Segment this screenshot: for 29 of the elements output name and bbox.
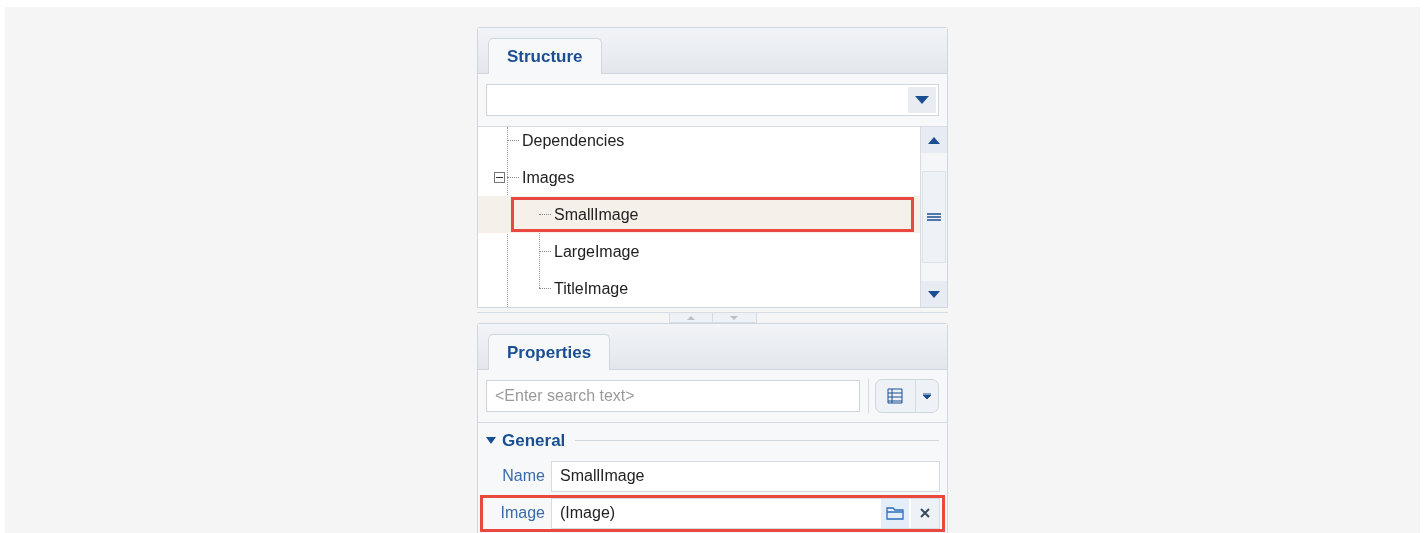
tree-item[interactable]: LargeImage <box>478 233 920 270</box>
tree-item-label: SmallImage <box>554 204 639 225</box>
tree-item-label: Dependencies <box>522 130 625 151</box>
scroll-down-icon[interactable] <box>921 281 947 307</box>
expand-icon[interactable] <box>486 437 496 445</box>
panel-tab[interactable]: Properties <box>488 334 611 370</box>
property-value: (Image) <box>559 503 617 523</box>
tree-item-label: LargeImage <box>554 241 640 262</box>
scroll-thumb[interactable] <box>922 171 946 263</box>
scroll-up-icon[interactable] <box>921 127 947 153</box>
tree-item[interactable]: Images <box>478 159 920 196</box>
tree-item-label: Images <box>522 167 575 188</box>
tree-item[interactable]: SmallImage <box>478 196 920 233</box>
property-field[interactable]: (Image) <box>551 497 940 529</box>
tree-item-label: TitleImage <box>554 278 629 299</box>
property-field[interactable]: SmallImage <box>551 460 940 492</box>
scrollbar[interactable] <box>920 127 947 307</box>
folder-icon[interactable] <box>881 498 909 528</box>
tree-item[interactable]: Dependencies <box>478 127 920 159</box>
property-value: SmallImage <box>559 466 646 486</box>
view-options-button[interactable] <box>875 379 939 413</box>
collapse-icon[interactable] <box>494 172 505 183</box>
tree-item[interactable]: TitleImage <box>478 270 920 307</box>
close-icon[interactable] <box>911 498 939 528</box>
search-field[interactable]: <Enter search text> <box>486 380 860 412</box>
group-header[interactable]: General <box>502 428 566 454</box>
property-label: Name <box>501 466 546 486</box>
panel-tab[interactable]: Structure <box>488 38 602 74</box>
property-label: Image <box>499 503 546 523</box>
